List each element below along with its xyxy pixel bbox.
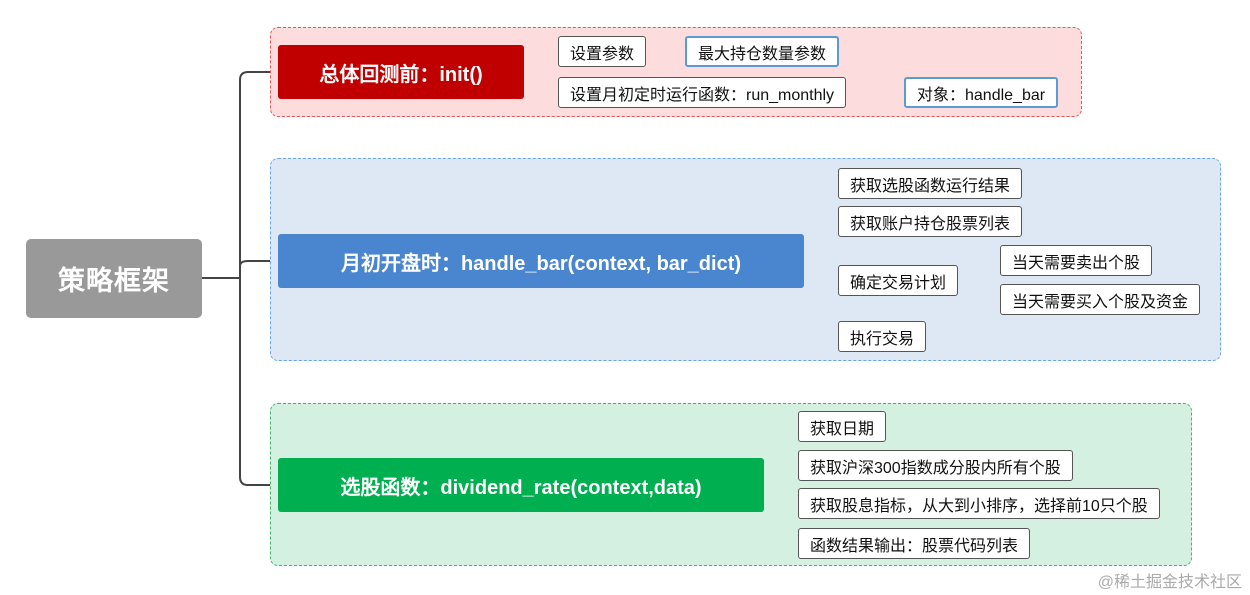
root-node: 策略框架 (26, 239, 202, 318)
section-init-title: 总体回测前：init() (278, 45, 524, 99)
connector-root-init (202, 71, 278, 279)
node-dividend-sort: 获取股息指标，从大到小排序，选择前10只个股 (798, 488, 1160, 519)
node-get-holdings-list: 获取账户持仓股票列表 (838, 206, 1023, 237)
node-get-selection-result: 获取选股函数运行结果 (838, 168, 1023, 199)
node-get-date: 获取日期 (798, 411, 887, 442)
section-handle-bar-title: 月初开盘时：handle_bar(context, bar_dict) (278, 234, 804, 288)
connector-root-handle-bar (202, 260, 278, 279)
node-handle-bar-target: 对象：handle_bar (904, 77, 1059, 108)
node-output-codes: 函数结果输出：股票代码列表 (798, 528, 1031, 559)
node-trade-plan: 确定交易计划 (838, 265, 959, 296)
node-run-monthly: 设置月初定时运行函数：run_monthly (558, 77, 847, 108)
node-set-params: 设置参数 (558, 36, 647, 67)
node-max-holdings-param: 最大持仓数量参数 (685, 36, 840, 67)
section-stock-select-title: 选股函数：dividend_rate(context,data) (278, 458, 764, 512)
node-execute-trade: 执行交易 (838, 321, 927, 352)
node-buy-stocks: 当天需要买入个股及资金 (1000, 284, 1201, 315)
watermark: @稀土掘金技术社区 (1097, 574, 1242, 591)
node-get-hs300-stocks: 获取沪深300指数成分股内所有个股 (798, 450, 1073, 481)
node-sell-stocks: 当天需要卖出个股 (1000, 245, 1153, 276)
